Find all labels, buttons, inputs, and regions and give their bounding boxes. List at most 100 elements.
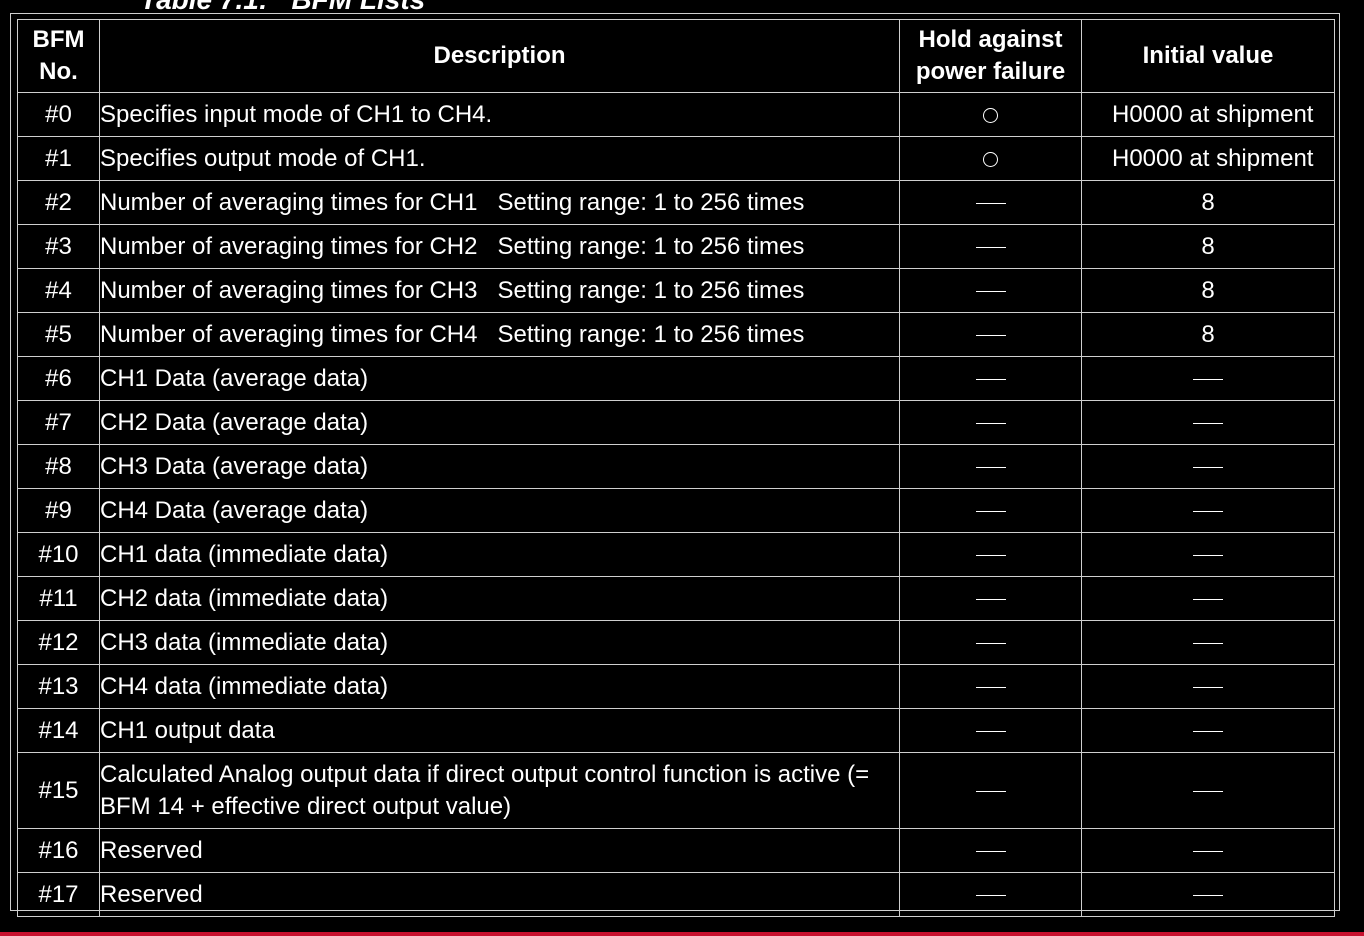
initial-dash-icon [1193, 642, 1223, 644]
description-cell: CH3 Data (average data) [99, 444, 900, 489]
hold-dash-icon [975, 202, 1006, 204]
hold-cell [899, 312, 1082, 357]
description-cell: CH1 data (immediate data) [99, 532, 900, 577]
initial-value-cell: H0000 at shipment [1081, 92, 1335, 137]
hold-circle-icon [983, 107, 998, 123]
bfm-no-cell: #9 [17, 488, 100, 533]
bfm-no-cell: #14 [17, 708, 100, 753]
table-header-row: BFM No. Description Hold against power fai… [17, 19, 1335, 93]
bfm-no-cell: #3 [17, 224, 100, 269]
initial-value-cell [1081, 664, 1335, 709]
table-row: #12 CH3 data (immediate data) [17, 620, 1335, 665]
initial-dash-icon [1193, 422, 1223, 424]
hold-dash-icon [975, 466, 1006, 468]
header-bfm-no: BFM No. [17, 19, 100, 93]
initial-value-cell [1081, 444, 1335, 489]
table-row: #0 Specifies input mode of CH1 to CH4. H00… [17, 92, 1335, 137]
table-row: #11 CH2 data (immediate data) [17, 576, 1335, 621]
hold-cell [899, 532, 1082, 577]
table-row: #9 CH4 Data (average data) [17, 488, 1335, 533]
bfm-no-cell: #5 [17, 312, 100, 357]
initial-dash-icon [1193, 378, 1223, 380]
hold-cell [899, 180, 1082, 225]
hold-dash-icon [975, 378, 1006, 380]
initial-value-cell: 8 [1081, 312, 1335, 357]
hold-cell [899, 268, 1082, 313]
bfm-no-cell: #10 [17, 532, 100, 577]
initial-value-cell [1081, 828, 1335, 873]
initial-value-cell [1081, 708, 1335, 753]
table-row: #17 Reserved [17, 872, 1335, 917]
initial-value-cell [1081, 872, 1335, 917]
initial-dash-icon [1193, 850, 1223, 852]
hold-cell [899, 488, 1082, 533]
bfm-no-cell: #12 [17, 620, 100, 665]
hold-dash-icon [975, 334, 1006, 336]
hold-dash-icon [975, 642, 1006, 644]
hold-dash-icon [975, 850, 1006, 852]
bottom-accent-bar [0, 932, 1364, 936]
initial-value-cell [1081, 532, 1335, 577]
initial-dash-icon [1193, 466, 1223, 468]
initial-value-cell: H0000 at shipment [1081, 136, 1335, 181]
initial-value-cell [1081, 576, 1335, 621]
description-cell: Number of averaging times for CH3 Settin… [99, 268, 900, 313]
table-row: #2 Number of averaging times for CH1 Sett… [17, 180, 1335, 225]
description-cell: CH4 Data (average data) [99, 488, 900, 533]
bfm-no-cell: #6 [17, 356, 100, 401]
hold-cell [899, 872, 1082, 917]
hold-dash-icon [975, 730, 1006, 732]
description-cell: Calculated Analog output data if direct … [99, 752, 900, 829]
description-cell: Reserved [99, 872, 900, 917]
initial-value-cell: 8 [1081, 268, 1335, 313]
table-row: #4 Number of averaging times for CH3 Sett… [17, 268, 1335, 313]
table-row: #15 Calculated Analog output data if dire… [17, 752, 1335, 829]
bfm-no-cell: #17 [17, 872, 100, 917]
hold-dash-icon [975, 290, 1006, 292]
table-row: #7 CH2 Data (average data) [17, 400, 1335, 445]
hold-cell [899, 664, 1082, 709]
bfm-no-cell: #13 [17, 664, 100, 709]
description-cell: Number of averaging times for CH2 Settin… [99, 224, 900, 269]
description-cell: CH2 Data (average data) [99, 400, 900, 445]
initial-value-cell [1081, 356, 1335, 401]
header-description: Description [99, 19, 900, 93]
hold-dash-icon [975, 246, 1006, 248]
hold-cell [899, 400, 1082, 445]
description-cell: CH3 data (immediate data) [99, 620, 900, 665]
table-row: #5 Number of averaging times for CH4 Sett… [17, 312, 1335, 357]
table-row: #3 Number of averaging times for CH2 Sett… [17, 224, 1335, 269]
hold-cell [899, 356, 1082, 401]
table-row: #14 CH1 output data [17, 708, 1335, 753]
hold-cell [899, 828, 1082, 873]
header-hold: Hold against power failure [899, 19, 1082, 93]
hold-dash-icon [975, 598, 1006, 600]
table-row: #13 CH4 data (immediate data) [17, 664, 1335, 709]
description-cell: Specifies output mode of CH1. [99, 136, 900, 181]
description-cell: Number of averaging times for CH4 Settin… [99, 312, 900, 357]
bfm-no-cell: #7 [17, 400, 100, 445]
bfm-no-cell: #0 [17, 92, 100, 137]
hold-dash-icon [975, 894, 1006, 896]
hold-dash-icon [975, 790, 1006, 792]
initial-value-cell [1081, 400, 1335, 445]
initial-value-cell [1081, 620, 1335, 665]
initial-dash-icon [1193, 730, 1223, 732]
header-initial-value: Initial value [1081, 19, 1335, 93]
description-cell: CH1 Data (average data) [99, 356, 900, 401]
hold-cell [899, 224, 1082, 269]
initial-dash-icon [1193, 790, 1223, 792]
bfm-no-cell: #4 [17, 268, 100, 313]
hold-cell [899, 752, 1082, 829]
bfm-table: BFM No. Description Hold against power fai… [17, 19, 1335, 917]
bfm-no-cell: #8 [17, 444, 100, 489]
hold-dash-icon [975, 510, 1006, 512]
hold-cell [899, 708, 1082, 753]
initial-dash-icon [1193, 598, 1223, 600]
initial-value-cell [1081, 488, 1335, 533]
hold-dash-icon [975, 686, 1006, 688]
bfm-no-cell: #15 [17, 752, 100, 829]
description-cell: CH4 data (immediate data) [99, 664, 900, 709]
table-row: #8 CH3 Data (average data) [17, 444, 1335, 489]
description-cell: CH1 output data [99, 708, 900, 753]
